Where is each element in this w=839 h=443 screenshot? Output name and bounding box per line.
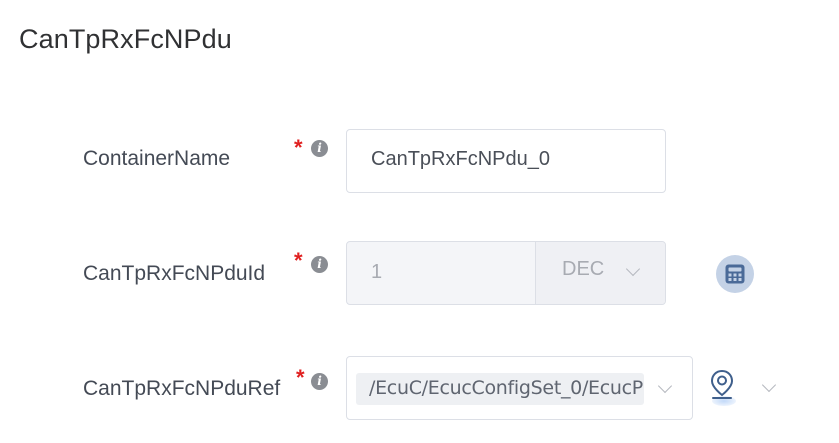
container-name-input[interactable]: CanTpRxFcNPdu_0 [346, 129, 666, 193]
chevron-down-icon [657, 378, 673, 394]
container-name-label: ContainerName [83, 147, 231, 170]
chevron-down-icon[interactable] [761, 377, 777, 393]
number-format-select[interactable]: DEC [535, 242, 665, 304]
calculator-icon [725, 264, 745, 284]
chevron-down-icon [625, 261, 641, 277]
info-icon[interactable]: i [311, 256, 328, 273]
number-format-value: DEC [562, 258, 605, 280]
required-marker: * [296, 365, 305, 390]
required-marker: * [294, 248, 303, 273]
pdu-id-value: 1 [371, 261, 383, 283]
pdu-ref-select[interactable]: /EcuC/EcucConfigSet_0/EcucP [346, 356, 693, 420]
info-icon[interactable]: i [311, 373, 328, 390]
container-name-value: CanTpRxFcNPdu_0 [371, 148, 550, 170]
pdu-ref-value: /EcuC/EcucConfigSet_0/EcucP [369, 377, 643, 399]
pdu-ref-tag: /EcuC/EcucConfigSet_0/EcucP [356, 373, 644, 405]
required-marker: * [294, 135, 303, 160]
locate-reference-button[interactable] [706, 368, 740, 406]
calculator-button[interactable] [716, 255, 754, 293]
page-title: CanTpRxFcNPdu [19, 24, 232, 54]
info-icon[interactable]: i [311, 140, 328, 157]
location-pin-icon [710, 369, 734, 399]
pdu-ref-label: CanTpRxFcNPduRef [83, 377, 281, 400]
pdu-id-input[interactable]: 1 DEC [346, 241, 666, 305]
pdu-id-label: CanTpRxFcNPduId [83, 262, 266, 285]
